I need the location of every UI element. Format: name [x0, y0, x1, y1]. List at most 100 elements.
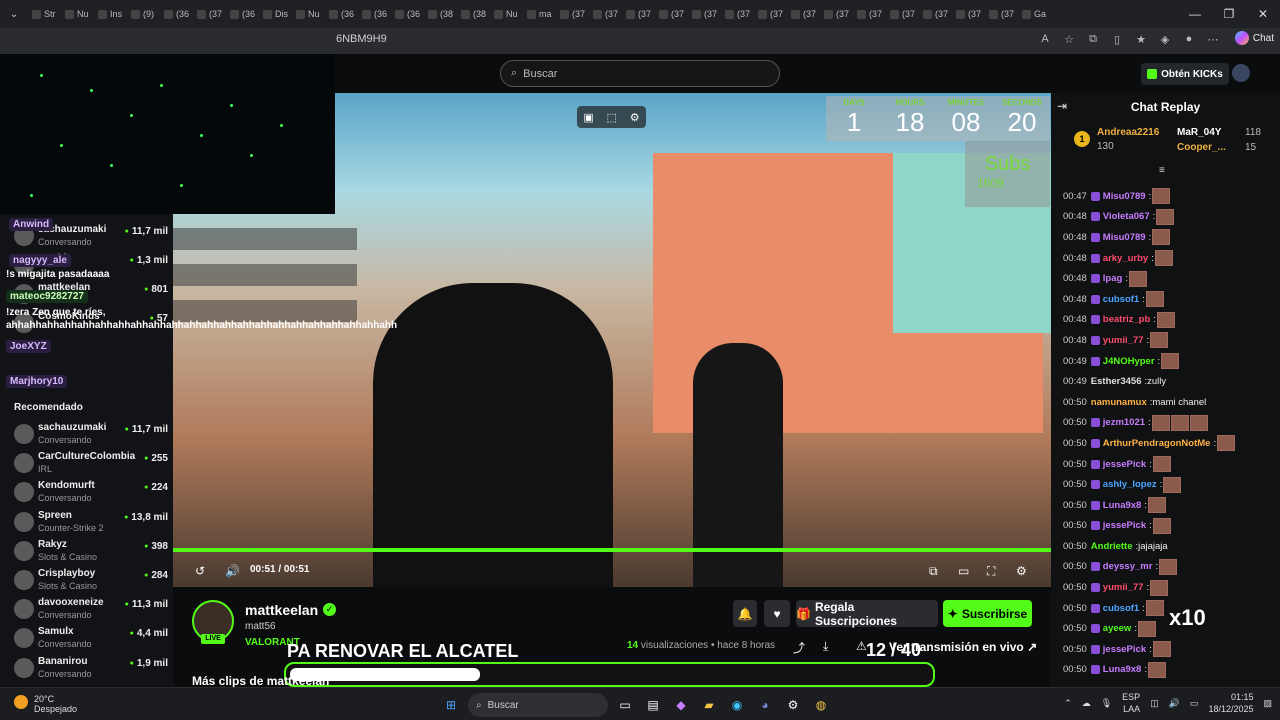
replay-icon[interactable]: ↺ [195, 564, 205, 578]
notifications-button[interactable]: 🔔 [733, 600, 757, 627]
edge-icon[interactable]: ◉ [726, 694, 748, 716]
follow-button[interactable]: ♥ [764, 600, 790, 627]
copilot-button[interactable]: Chat [1234, 31, 1274, 45]
browser-tab[interactable]: (36 [391, 3, 424, 25]
battery-icon[interactable]: ▭ [1190, 698, 1199, 709]
chat-username[interactable]: Luna9x8 [1103, 500, 1142, 511]
more-menu-icon[interactable]: ⋯ [1206, 32, 1220, 46]
browser-tab[interactable]: (37 [985, 3, 1018, 25]
copilot-app-icon[interactable]: ◆ [670, 694, 692, 716]
share-icon[interactable]: ⤴ [793, 639, 805, 656]
browser-tab[interactable]: (37 [787, 3, 820, 25]
settings-icon[interactable]: ⚙ [1016, 564, 1027, 578]
browser-tab[interactable]: (37 [754, 3, 787, 25]
expand-icon[interactable]: ≡ [1159, 165, 1165, 176]
volume-icon[interactable]: 🔊 [225, 564, 240, 578]
split-screen-icon[interactable]: ▯ [1110, 32, 1124, 46]
chat-username[interactable]: arky_urby [1103, 253, 1148, 264]
browser-tab[interactable]: (37 [193, 3, 226, 25]
close-window-button[interactable]: ✕ [1246, 0, 1280, 28]
user-avatar[interactable] [1232, 64, 1250, 82]
browser-tab[interactable]: Nu [490, 3, 523, 25]
channel-row[interactable]: sachauzumaki Conversando 11,7 mil [8, 420, 168, 448]
chat-username[interactable]: jessePick [1103, 459, 1146, 470]
chat-username[interactable]: Misu0789 [1103, 191, 1146, 202]
channel-row[interactable]: RakyzSlots & Casino 398 [8, 537, 168, 565]
weather-widget[interactable]: 20°C Despejado [14, 694, 77, 714]
channel-row[interactable]: davooxeneizeConversando 11,3 mil [8, 595, 168, 623]
channel-row[interactable]: KendomurftConversando 224 [8, 478, 168, 506]
extensions-icon[interactable]: ⧉ [1086, 32, 1100, 46]
get-kicks-button[interactable]: Obtén KICKs [1141, 63, 1229, 85]
browser-tab[interactable]: (36 [358, 3, 391, 25]
profile-icon[interactable]: ● [1182, 32, 1196, 46]
minimize-button[interactable]: — [1178, 0, 1212, 28]
clipped-by[interactable]: matt56 [245, 621, 276, 632]
theater-icon[interactable]: ▭ [958, 564, 969, 578]
clock[interactable]: 01:15 18/12/2025 [1208, 691, 1253, 715]
download-icon[interactable]: ⤓ [823, 639, 828, 654]
network-icon[interactable]: ◫ [1150, 698, 1159, 709]
browser-tab[interactable]: (38 [424, 3, 457, 25]
chat-username[interactable]: jessePick [1103, 520, 1146, 531]
gifter-name[interactable]: MaR_04Y [1177, 127, 1221, 138]
chat-username[interactable]: Esther3456 [1091, 376, 1142, 387]
browser-tab[interactable]: (36 [160, 3, 193, 25]
browser-tab[interactable]: (37 [853, 3, 886, 25]
channel-row[interactable]: Crisplayboy Slots & Casino 284 [8, 566, 168, 594]
chat-username[interactable]: yumii_77 [1103, 582, 1144, 593]
settings-icon[interactable]: ⚙ [630, 111, 640, 124]
task-view-icon[interactable]: ▭ [614, 694, 636, 716]
chat-username[interactable]: ashly_lopez [1103, 479, 1157, 490]
file-explorer-icon[interactable]: ▰ [698, 694, 720, 716]
pip-icon[interactable]: ⧉ [929, 564, 938, 579]
browser-tab[interactable]: (36 [226, 3, 259, 25]
browser-tab[interactable]: (37 [820, 3, 853, 25]
notifications-icon[interactable]: ▨ [1263, 698, 1272, 709]
browser-tab[interactable]: ma [523, 3, 556, 25]
discord-icon[interactable]: ◕ [754, 694, 776, 716]
chat-username[interactable]: namunamux [1091, 397, 1147, 408]
restore-button[interactable]: ❐ [1212, 0, 1246, 28]
browser-tab[interactable]: Dis [259, 3, 292, 25]
browser-tab[interactable]: Nu [61, 3, 94, 25]
favorites-icon[interactable]: ★ [1134, 32, 1148, 46]
screenshot-icon[interactable]: ▣ [583, 111, 593, 124]
browser-tab[interactable]: (37 [589, 3, 622, 25]
chat-username[interactable]: deyssy_mr [1103, 561, 1153, 572]
channel-name[interactable]: mattkeelan [245, 602, 318, 618]
chat-username[interactable]: cubsof1 [1103, 603, 1139, 614]
chat-username[interactable]: ArthurPendragonNotMe [1103, 438, 1211, 449]
gift-subs-button[interactable]: 🎁 Regala Suscripciones [796, 600, 938, 628]
shield-icon[interactable]: ◈ [1158, 32, 1172, 46]
chat-username[interactable]: Andriette [1091, 541, 1133, 552]
browser-tab[interactable]: (37 [952, 3, 985, 25]
steam-icon[interactable]: ⚙ [782, 694, 804, 716]
volume-icon[interactable]: 🔊 [1169, 698, 1180, 709]
subscribe-button[interactable]: ✦ Suscribirse [943, 600, 1032, 627]
browser-tab[interactable]: Ga [1018, 3, 1051, 25]
taskbar-search[interactable]: ⌕ Buscar [468, 693, 608, 717]
browser-tab[interactable]: (36 [325, 3, 358, 25]
browser-tab[interactable]: (37 [556, 3, 589, 25]
chat-username[interactable]: jezm1021 [1103, 417, 1145, 428]
watch-live-link[interactable]: Ver transmisión en vivo ↗ [889, 640, 1037, 654]
browser-tab[interactable]: (37 [622, 3, 655, 25]
gifter-name[interactable]: Cooper_... [1177, 142, 1226, 153]
tab-list-menu[interactable]: ⌄ [0, 0, 28, 28]
url-text[interactable]: 6NBM9H9 [336, 33, 387, 45]
chat-username[interactable]: lpag [1103, 273, 1123, 284]
browser-tab[interactable]: Str [28, 3, 61, 25]
browser-tab[interactable]: (37 [721, 3, 754, 25]
browser-tab[interactable]: (37 [655, 3, 688, 25]
chat-username[interactable]: J4NOHyper [1103, 356, 1155, 367]
browser-tab[interactable]: Nu [292, 3, 325, 25]
gifter-name[interactable]: Andreaa2216 [1097, 127, 1159, 138]
chat-username[interactable]: cubsof1 [1103, 294, 1139, 305]
chat-username[interactable]: Luna9x8 [1103, 664, 1142, 675]
mic-icon[interactable]: 🎙 [1101, 698, 1112, 709]
crop-icon[interactable]: ⬚ [607, 111, 617, 124]
browser-tab[interactable]: (38 [457, 3, 490, 25]
chat-username[interactable]: yumii_77 [1103, 335, 1144, 346]
channel-row[interactable]: SamulxConversando 4,4 mil [8, 624, 168, 652]
